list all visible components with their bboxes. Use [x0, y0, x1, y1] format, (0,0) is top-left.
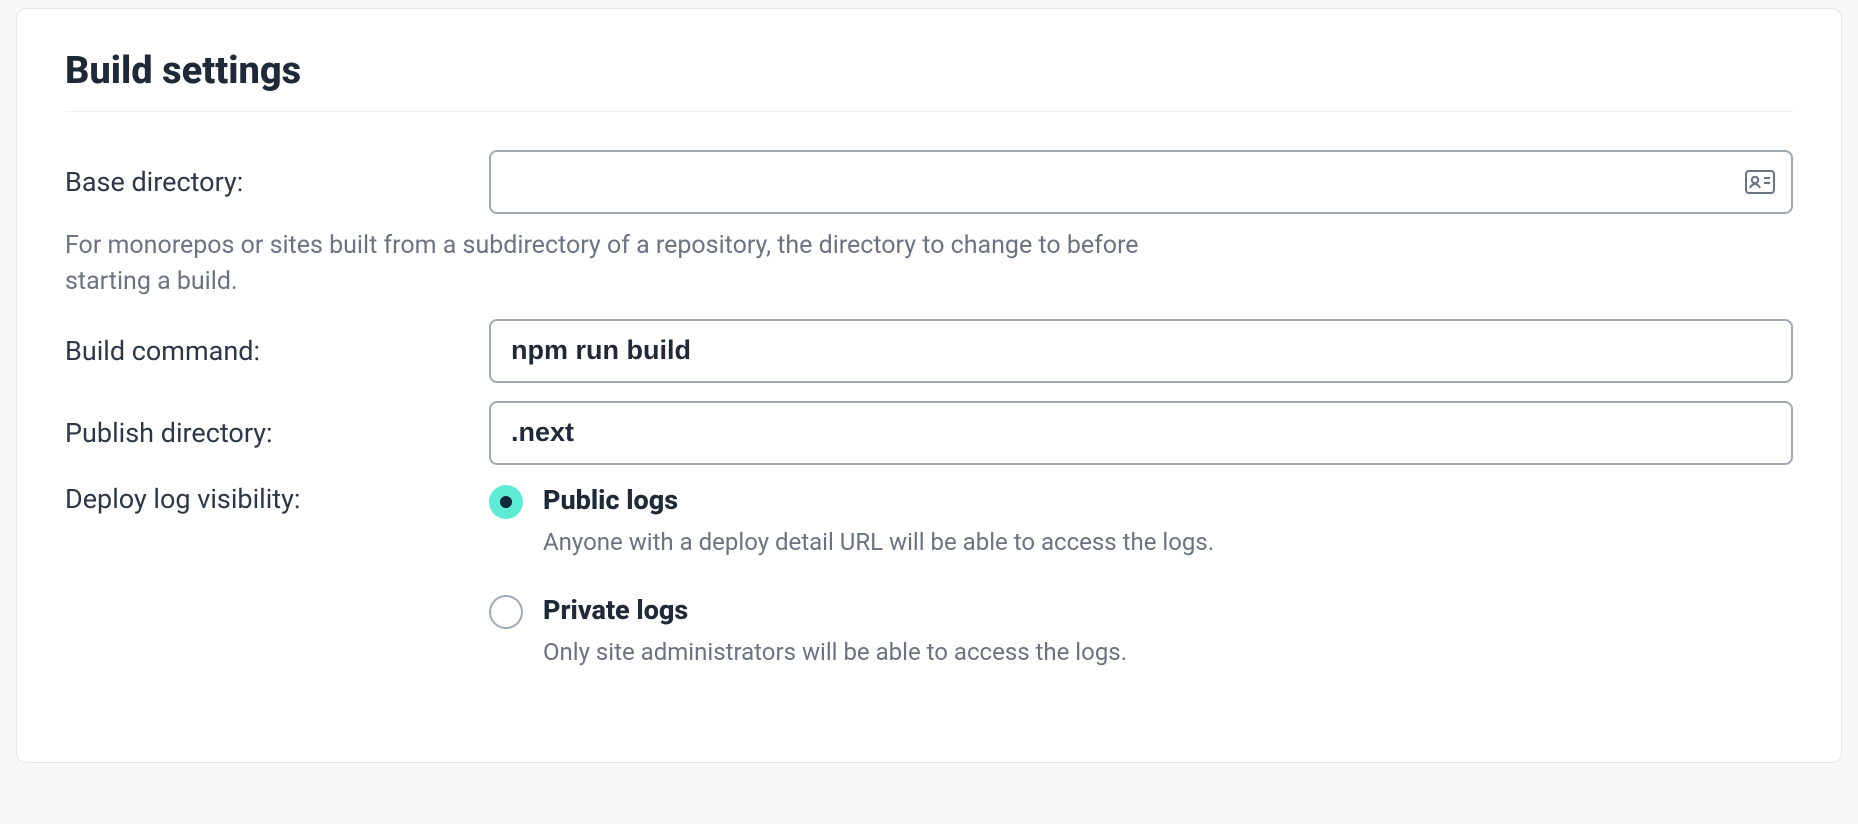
build-settings-card: Build settings Base directory: For monor… [16, 8, 1842, 763]
field-base-directory: Base directory: For monorepos or sites b… [65, 150, 1793, 301]
publish-directory-label: Publish directory: [65, 417, 465, 449]
build-command-input[interactable] [489, 319, 1793, 383]
publish-directory-input[interactable] [489, 401, 1793, 465]
radio-control-private[interactable] [489, 595, 523, 629]
field-build-command: Build command: [65, 319, 1793, 383]
build-command-label: Build command: [65, 335, 465, 367]
base-directory-help: For monorepos or sites built from a subd… [65, 228, 1145, 301]
radio-title-public: Public logs [543, 483, 1214, 518]
radio-desc-public: Anyone with a deploy detail URL will be … [543, 526, 1214, 560]
radio-text-public: Public logs Anyone with a deploy detail … [543, 483, 1214, 560]
base-directory-label: Base directory: [65, 166, 465, 198]
deploy-log-visibility-label: Deploy log visibility: [65, 483, 465, 515]
radio-control-public[interactable] [489, 485, 523, 519]
radio-title-private: Private logs [543, 593, 1127, 628]
radio-dot-icon [500, 496, 512, 508]
radio-option-private-logs[interactable]: Private logs Only site administrators wi… [489, 593, 1793, 670]
radio-option-public-logs[interactable]: Public logs Anyone with a deploy detail … [489, 483, 1793, 560]
section-title: Build settings [65, 49, 1793, 93]
section-divider [65, 111, 1793, 112]
radio-text-private: Private logs Only site administrators wi… [543, 593, 1127, 670]
field-deploy-log-visibility: Deploy log visibility: Public logs Anyon… [65, 483, 1793, 704]
field-publish-directory: Publish directory: [65, 401, 1793, 465]
base-directory-input[interactable] [489, 150, 1793, 214]
radio-desc-private: Only site administrators will be able to… [543, 636, 1127, 670]
